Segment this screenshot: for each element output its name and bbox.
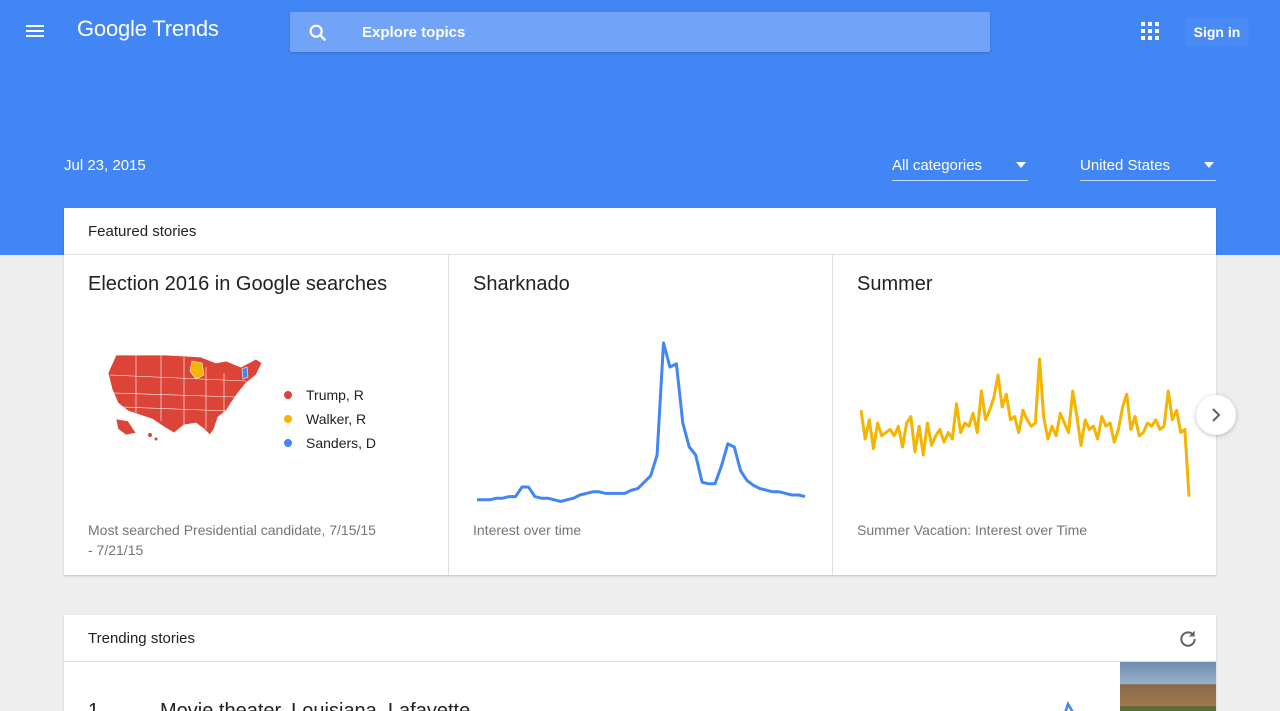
sharknado-series-line bbox=[477, 341, 806, 503]
legend-item: Walker, R bbox=[284, 410, 376, 434]
trending-row[interactable]: 1 Movie theater, Louisiana, Lafayette bbox=[64, 662, 1216, 711]
sign-in-button[interactable]: Sign in bbox=[1185, 18, 1249, 46]
logo-product: Trends bbox=[152, 16, 219, 41]
featured-stories-card: Featured stories Election 2016 in Google… bbox=[64, 208, 1216, 575]
menu-icon bbox=[26, 25, 44, 27]
category-value: All categories bbox=[892, 157, 983, 174]
story-caption: Most searched Presidential candidate, 7/… bbox=[88, 520, 376, 560]
trending-item-title: Movie theater, Louisiana, Lafayette bbox=[160, 700, 471, 711]
apps-button[interactable] bbox=[1141, 22, 1161, 42]
search-icon bbox=[309, 24, 327, 42]
trending-title: Trending stories bbox=[88, 630, 195, 647]
menu-button[interactable] bbox=[24, 20, 48, 44]
story-caption: Summer Vacation: Interest over Time bbox=[857, 522, 1088, 538]
legend-item: Trump, R bbox=[284, 386, 376, 410]
legend-item: Sanders, D bbox=[284, 434, 376, 458]
geo-value: United States bbox=[1080, 157, 1171, 174]
dropdown-arrow-icon bbox=[1204, 162, 1214, 168]
trending-sparkline bbox=[1064, 701, 1074, 711]
trending-rank: 1 bbox=[88, 700, 100, 711]
caption-line: - 7/21/15 bbox=[88, 542, 144, 558]
story-sharknado[interactable]: Sharknado Interest over time bbox=[448, 255, 832, 575]
google-trends-logo[interactable]: Google Trends bbox=[77, 16, 219, 42]
next-stories-button[interactable] bbox=[1196, 395, 1236, 435]
featured-title: Featured stories bbox=[88, 223, 197, 240]
summer-line-chart bbox=[859, 357, 1191, 497]
legend-dot bbox=[284, 391, 292, 399]
search-bar[interactable] bbox=[290, 12, 990, 52]
trending-thumbnail-image bbox=[1120, 662, 1216, 711]
logo-brand: Google bbox=[77, 16, 147, 41]
trending-stories-card: Trending stories 1 Movie theater, Louisi… bbox=[64, 615, 1216, 711]
story-caption: Interest over time bbox=[473, 522, 582, 538]
chevron-right-icon bbox=[1212, 408, 1221, 422]
story-title: Summer bbox=[857, 273, 933, 295]
menu-icon-bar bbox=[26, 35, 44, 37]
featured-header: Featured stories bbox=[64, 208, 1216, 255]
legend-label: Walker, R bbox=[306, 411, 367, 427]
geo-dropdown[interactable]: United States bbox=[1080, 150, 1216, 181]
story-title: Sharknado bbox=[473, 273, 570, 295]
category-dropdown[interactable]: All categories bbox=[892, 150, 1028, 181]
legend-label: Sanders, D bbox=[306, 435, 377, 451]
map-legend: Trump, R Walker, R Sanders, D bbox=[284, 386, 376, 458]
trending-header: Trending stories bbox=[64, 615, 1216, 662]
legend-label: Trump, R bbox=[306, 387, 364, 403]
dropdown-arrow-icon bbox=[1016, 162, 1026, 168]
date-label: Jul 23, 2015 bbox=[64, 157, 146, 174]
search-input[interactable] bbox=[362, 12, 962, 52]
refresh-icon[interactable] bbox=[1178, 629, 1198, 649]
menu-icon-bar bbox=[26, 30, 44, 32]
legend-dot bbox=[284, 439, 292, 447]
us-map-image bbox=[107, 354, 262, 441]
sharknado-line-chart bbox=[477, 341, 806, 503]
caption-line: Most searched Presidential candidate, 7/… bbox=[88, 522, 376, 538]
legend-dot bbox=[284, 415, 292, 423]
story-summer[interactable]: Summer Summer Vacation: Interest over Ti… bbox=[832, 255, 1216, 575]
summer-series-line bbox=[859, 357, 1191, 497]
story-title: Election 2016 in Google searches bbox=[88, 273, 388, 295]
story-election[interactable]: Election 2016 in Google searches Trump, … bbox=[64, 255, 448, 575]
